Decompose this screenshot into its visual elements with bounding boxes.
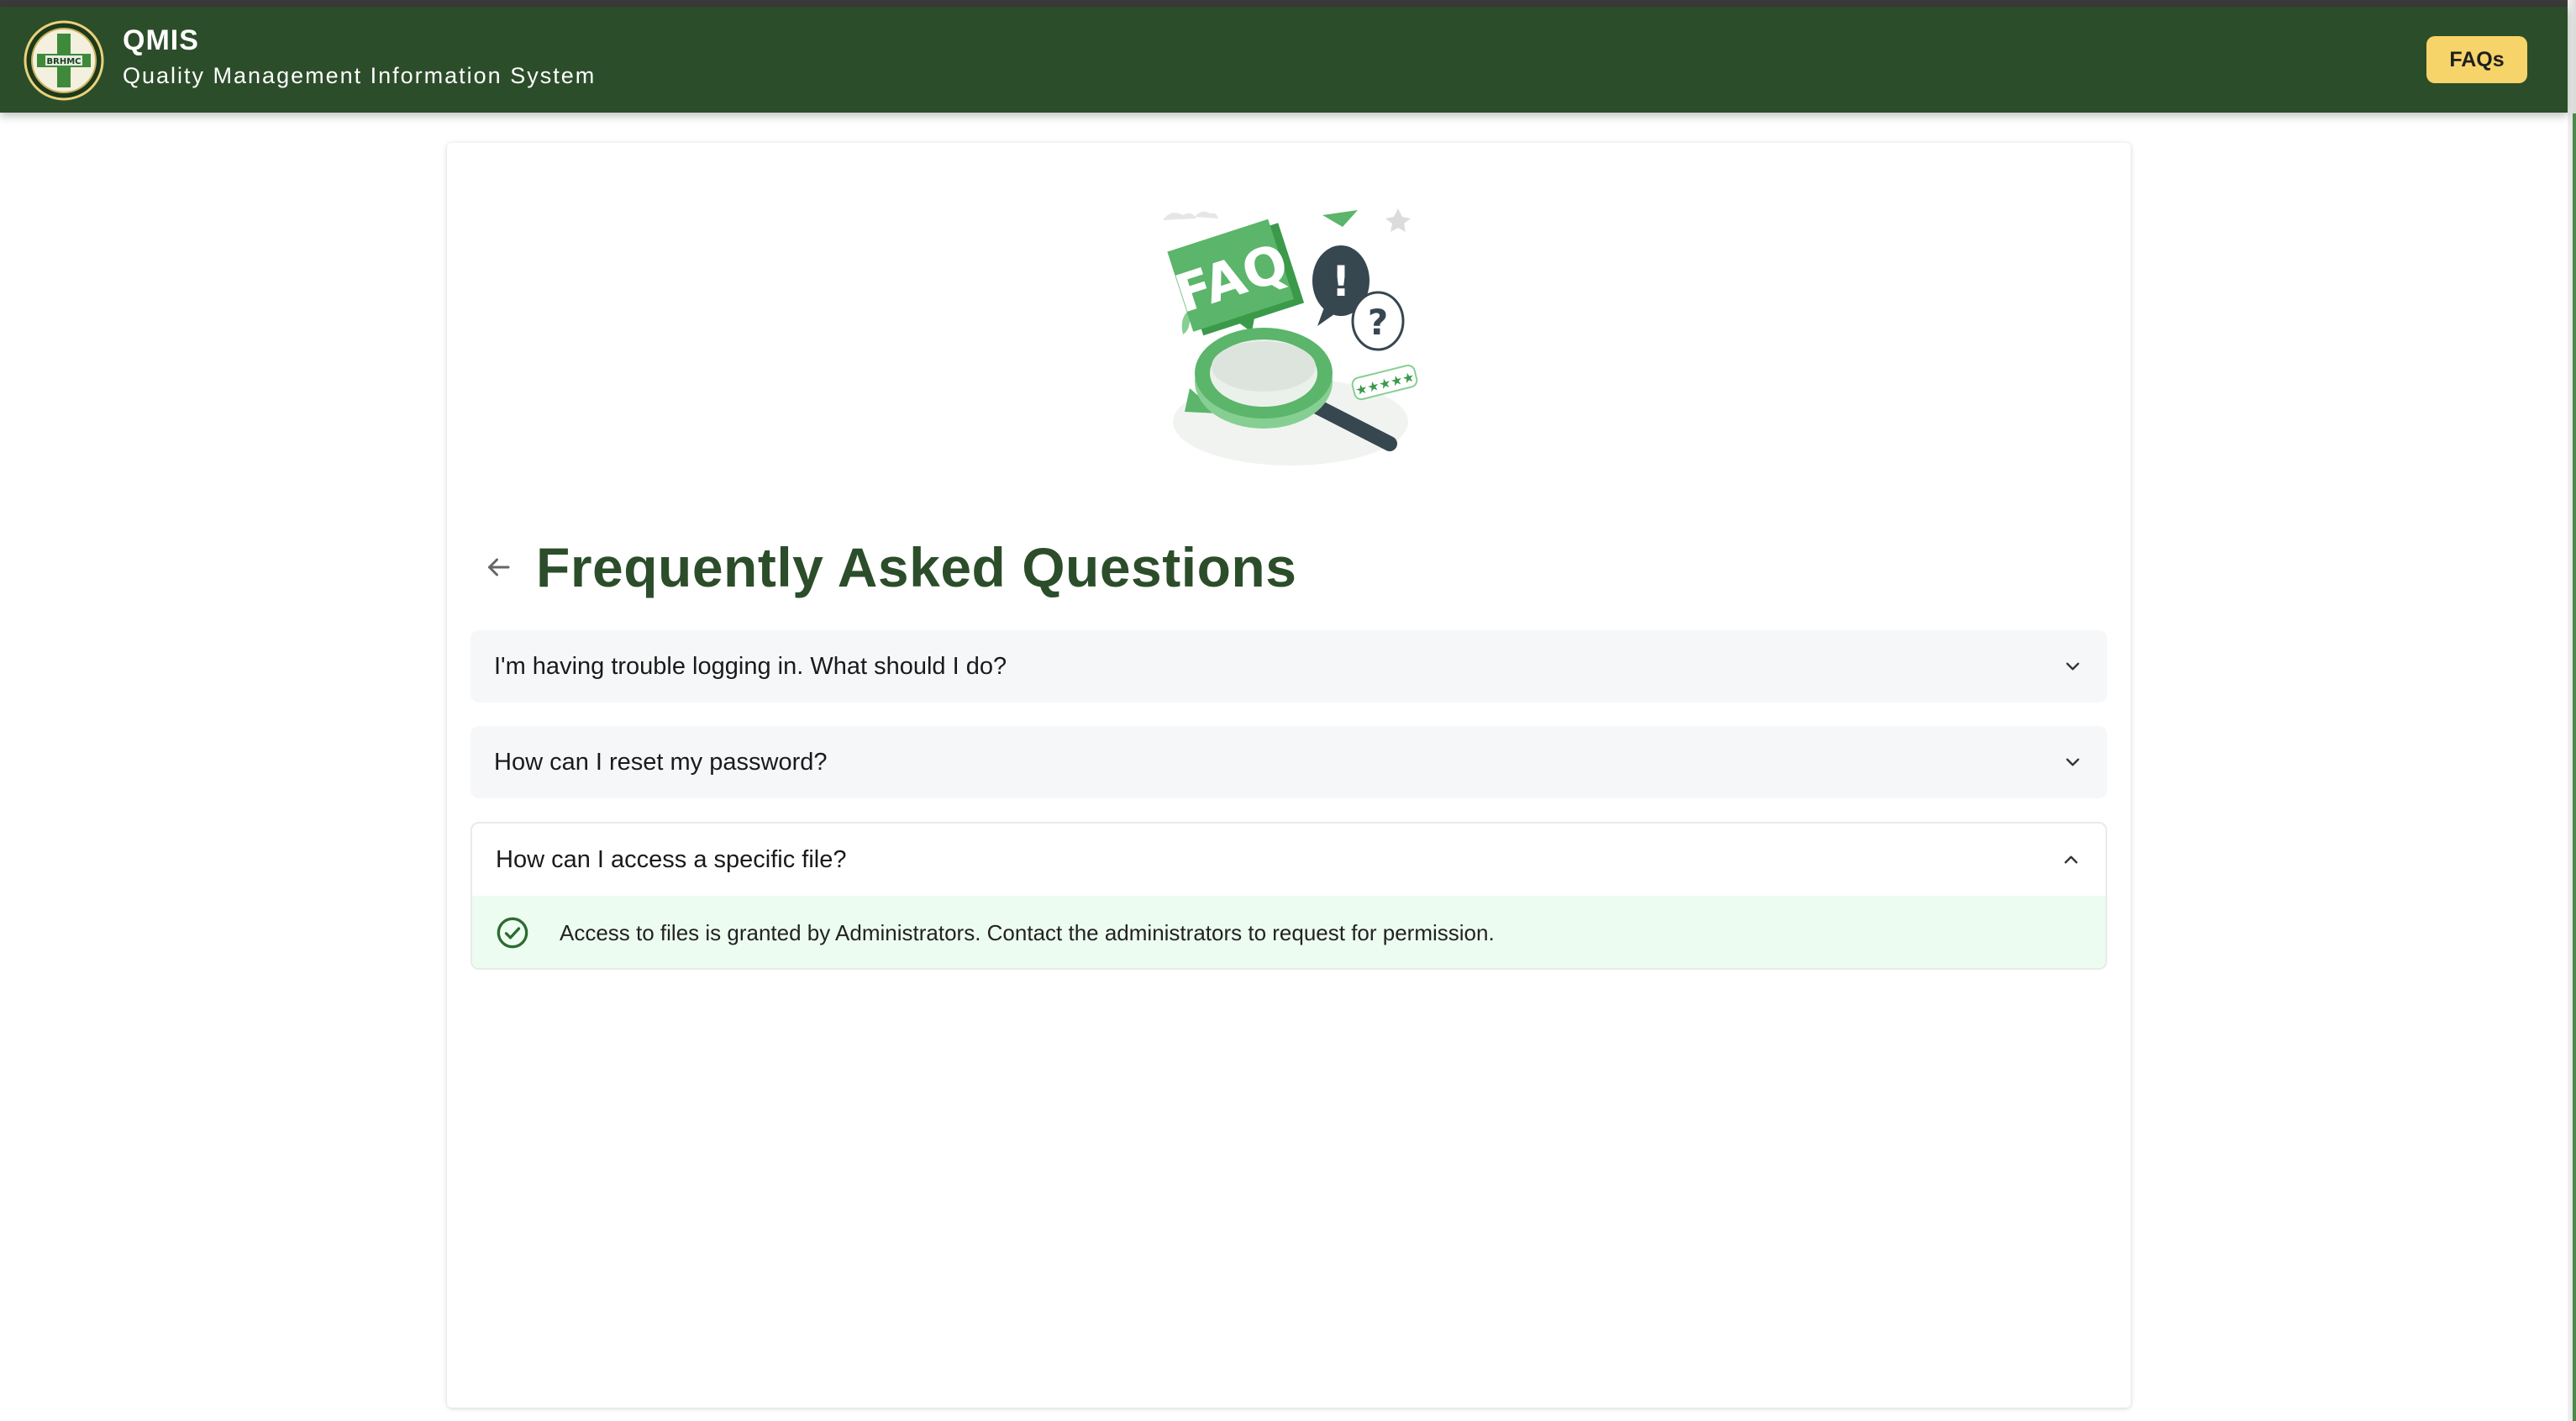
faq-question-row[interactable]: How can I reset my password? — [471, 726, 2107, 798]
chevron-up-icon — [2064, 855, 2078, 864]
faq-question: How can I access a specific file? — [496, 845, 847, 873]
faq-item-expanded[interactable]: How can I access a specific file? Access… — [471, 822, 2107, 970]
title-row: Frequently Asked Questions — [477, 525, 1296, 609]
svg-text:!: ! — [1332, 257, 1351, 306]
faq-illustration: FAQ ! ? ★★★★★ — [1163, 208, 1418, 466]
faq-answer: Access to files is granted by Administra… — [472, 896, 2105, 968]
faq-question-row[interactable]: How can I access a specific file? — [472, 824, 2105, 896]
svg-text:BRHMC: BRHMC — [47, 57, 81, 66]
chevron-down-icon — [2066, 662, 2079, 671]
hospital-logo[interactable]: BRHMC — [24, 20, 104, 101]
faqs-button[interactable]: FAQs — [2426, 36, 2527, 83]
faq-item[interactable]: How can I reset my password? — [471, 726, 2107, 798]
faq-question-row[interactable]: I'm having trouble logging in. What shou… — [471, 630, 2107, 703]
faq-question: I'm having trouble logging in. What shou… — [494, 652, 1007, 680]
check-circle-icon — [497, 917, 528, 949]
arrow-left-icon — [488, 558, 510, 576]
app-subtitle: Quality Management Information System — [123, 63, 597, 88]
faq-question: How can I reset my password? — [494, 748, 828, 776]
scrollbar-accent — [2573, 113, 2576, 1421]
chevron-down-icon — [2066, 758, 2079, 766]
back-button[interactable] — [477, 546, 519, 588]
page-title: Frequently Asked Questions — [536, 536, 1297, 598]
faq-answer-text: Access to files is granted by Administra… — [560, 919, 1495, 945]
brand: QMIS Quality Management Information Syst… — [123, 22, 596, 92]
app-header: BRHMC QMIS Quality Management Informatio… — [0, 7, 2568, 113]
scrollbar[interactable] — [2568, 0, 2576, 1421]
faq-card: FAQ ! ? ★★★★★ Frequently Asked Questions… — [447, 143, 2131, 1408]
faq-item[interactable]: I'm having trouble logging in. What shou… — [471, 630, 2107, 703]
svg-text:?: ? — [1368, 302, 1388, 343]
app-name: QMIS — [123, 24, 199, 56]
window-top-strip — [0, 0, 2576, 7]
